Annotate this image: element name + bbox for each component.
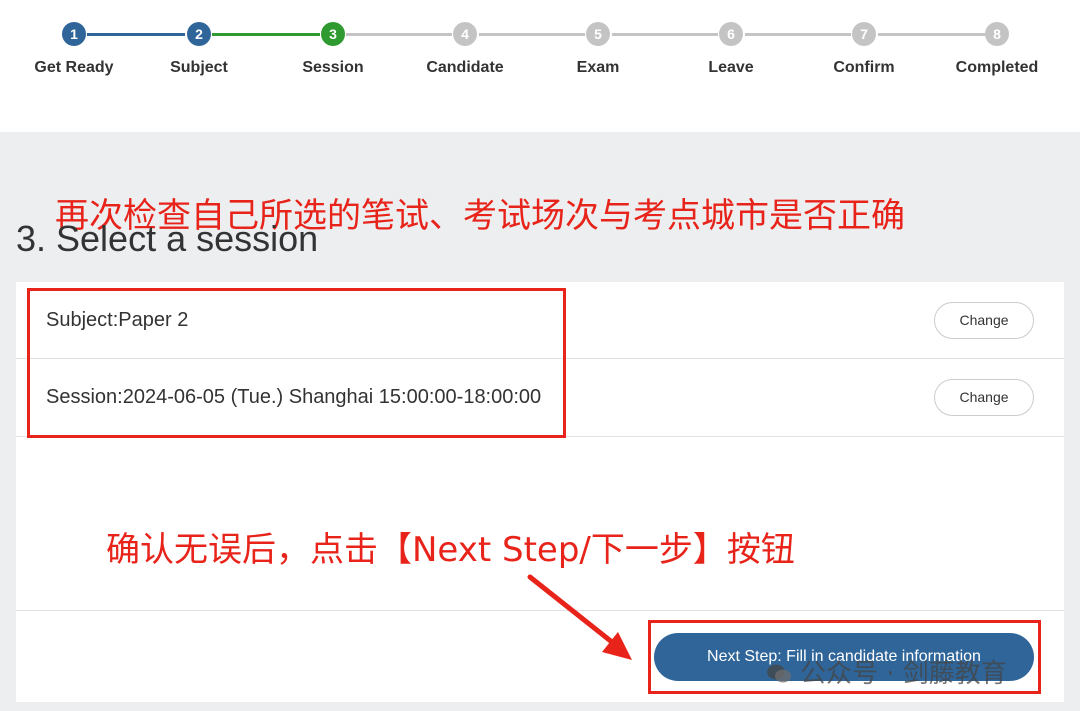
watermark-text: 公众号 · 剑藤教育: [800, 659, 1007, 689]
annotation-arrow-icon: [527, 574, 632, 660]
wechat-icon: [767, 664, 791, 683]
watermark: 公众号 · 剑藤教育: [766, 653, 1007, 690]
